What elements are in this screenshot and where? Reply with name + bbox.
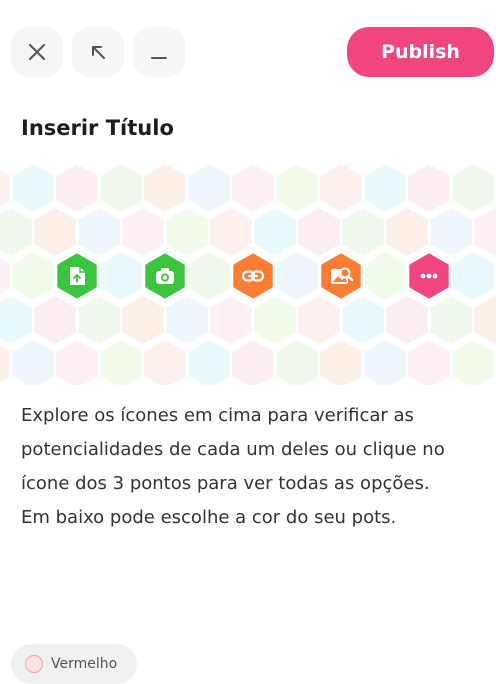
decorative-hexagon xyxy=(0,208,32,256)
decorative-hexagon xyxy=(100,340,142,385)
decorative-hexagon xyxy=(12,164,54,212)
decorative-hexagon xyxy=(188,252,230,300)
decorative-hexagon xyxy=(56,164,98,212)
decorative-hexagon xyxy=(276,164,318,212)
decorative-hexagon xyxy=(408,340,450,385)
close-button[interactable] xyxy=(11,27,63,77)
decorative-hexagon xyxy=(210,296,252,344)
decorative-hexagon xyxy=(386,208,428,256)
decorative-hexagon xyxy=(12,252,54,300)
decorative-hexagon xyxy=(78,296,120,344)
decorative-hexagon xyxy=(144,164,186,212)
description-text: Explore os ícones em cima para verificar… xyxy=(21,405,445,494)
decorative-hexagon xyxy=(12,340,54,385)
decorative-hexagon xyxy=(122,208,164,256)
decorative-hexagon xyxy=(188,164,230,212)
decorative-hexagon xyxy=(276,252,318,300)
more-dots-icon xyxy=(420,273,438,279)
decorative-hexagon xyxy=(430,296,472,344)
minimize-button[interactable] xyxy=(133,27,185,77)
more-feature-button[interactable] xyxy=(408,252,450,300)
decorative-hexagon xyxy=(254,208,296,256)
decorative-hexagon xyxy=(0,170,10,206)
decorative-hexagon xyxy=(452,252,494,300)
color-label: Vermelho xyxy=(51,656,118,672)
decorative-hexagon xyxy=(342,208,384,256)
description: Explore os ícones em cima para verificar… xyxy=(21,399,486,535)
decorative-hexagon xyxy=(408,164,450,212)
decorative-hexagon xyxy=(188,340,230,385)
page-title[interactable]: Inserir Título xyxy=(21,116,174,140)
hex-pattern xyxy=(0,164,496,385)
decorative-hexagon xyxy=(452,164,494,212)
decorative-hexagon xyxy=(78,208,120,256)
decorative-hexagon xyxy=(100,252,142,300)
decorative-hexagon xyxy=(276,340,318,385)
decorative-hexagon xyxy=(144,340,186,385)
decorative-hexagon xyxy=(56,340,98,385)
decorative-hexagon xyxy=(474,208,496,256)
decorative-hexagon xyxy=(0,346,10,382)
document-feature-button[interactable] xyxy=(56,252,98,300)
arrow-up-left-icon xyxy=(92,46,105,59)
decorative-hexagon xyxy=(364,252,406,300)
decorative-hexagon xyxy=(166,296,208,344)
decorative-hexagon xyxy=(210,208,252,256)
decorative-hexagon xyxy=(232,340,274,385)
decorative-hexagon xyxy=(0,296,32,344)
minimize-icon xyxy=(151,57,167,59)
decorative-hexagon xyxy=(254,296,296,344)
decorative-hexagon xyxy=(452,340,494,385)
color-selector[interactable]: Vermelho xyxy=(11,644,137,684)
decorative-hexagon xyxy=(34,208,76,256)
decorative-hexagon xyxy=(0,258,10,294)
link-feature-button[interactable] xyxy=(232,252,274,300)
decorative-hexagon xyxy=(34,296,76,344)
decorative-hexagon xyxy=(100,164,142,212)
decorative-hexagon xyxy=(166,208,208,256)
feature-hex-grid xyxy=(0,160,496,385)
expand-button[interactable] xyxy=(72,27,124,77)
decorative-hexagon xyxy=(232,164,274,212)
camera-feature-button[interactable] xyxy=(144,252,186,300)
decorative-hexagon xyxy=(430,208,472,256)
publish-button[interactable]: Publish xyxy=(347,27,494,77)
decorative-hexagon xyxy=(342,296,384,344)
color-swatch xyxy=(25,655,43,673)
decorative-hexagon xyxy=(320,340,362,385)
decorative-hexagon xyxy=(122,296,164,344)
decorative-hexagon xyxy=(364,164,406,212)
decorative-hexagon xyxy=(386,296,428,344)
close-icon xyxy=(29,44,45,60)
decorative-hexagon xyxy=(364,340,406,385)
image-search-feature-button[interactable] xyxy=(320,252,362,300)
decorative-hexagon xyxy=(298,296,340,344)
decorative-hexagon xyxy=(474,296,496,344)
decorative-hexagon xyxy=(320,164,362,212)
description-text-2: Em baixo pode escolhe a cor do seu pots. xyxy=(21,507,397,528)
decorative-hexagon xyxy=(298,208,340,256)
